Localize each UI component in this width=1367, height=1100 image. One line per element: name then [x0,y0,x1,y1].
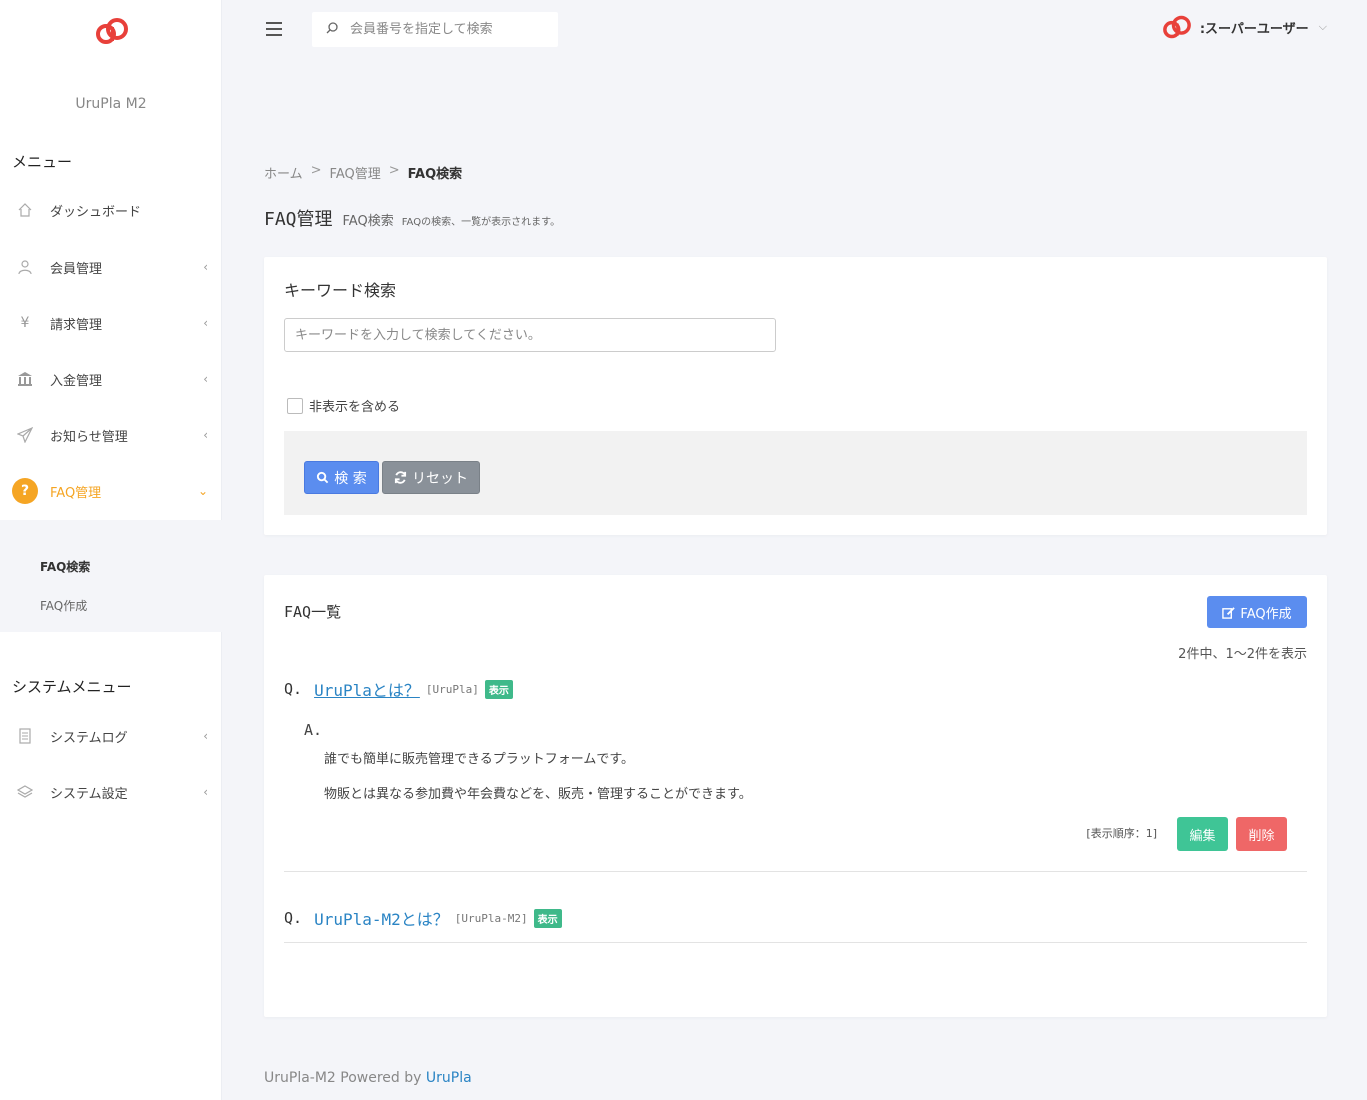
result-count: 2件中、1〜2件を表示 [1178,647,1307,662]
edit-icon [1222,606,1236,619]
sidebar-item-dashboard[interactable]: ダッシュボード [0,190,222,230]
checkbox[interactable] [287,397,303,414]
search-button-area: 検 索 リセット [284,431,1307,515]
sidebar-item-billing[interactable]: ¥ 請求管理 ‹ [0,303,222,343]
status-badge: 表示 [533,908,562,928]
search-button[interactable]: 検 索 [304,461,379,494]
keyword-search-card: キーワード検索 非表示を含める 検 索 リセット [264,257,1327,535]
divider [284,871,1307,872]
sidebar-item-payments[interactable]: 入金管理 ‹ [0,359,222,399]
faq-category: [UruPla] [425,682,479,696]
reset-button-label: リセット [412,470,468,487]
chevron-left-icon: ‹ [203,428,208,442]
faq-question-link[interactable]: UruPlaとは？ [314,677,420,701]
sidebar-item-system-log[interactable]: システムログ ‹ [0,716,222,756]
breadcrumb-home[interactable]: ホーム [264,163,303,182]
sidebar-item-label: 会員管理 [50,261,103,277]
sidebar-item-system-settings[interactable]: システム設定 ‹ [0,772,222,812]
status-badge: 表示 [484,679,513,699]
user-icon [16,258,34,276]
breadcrumb: ホーム > FAQ管理 > FAQ検索 [264,163,462,182]
faq-create-label: FAQ作成 [1240,606,1292,622]
app-name: UruPla M2 [75,96,147,112]
footer: UruPla-M2 Powered by UruPla [264,1070,472,1086]
divider [284,942,1307,943]
answer-prefix: A. [304,721,323,739]
sidebar-item-label: 入金管理 [50,373,103,389]
menu-heading: メニュー [12,153,73,171]
reset-button[interactable]: リセット [382,461,480,494]
chevron-left-icon: ‹ [203,372,208,386]
page-description: FAQの検索、一覧が表示されます。 [401,217,561,228]
user-avatar [1162,15,1191,39]
question-prefix: Q. [284,680,303,698]
page-title: FAQ管理 [264,209,333,230]
faq-category: [UruPla-M2] [454,911,528,925]
faq-create-button[interactable]: FAQ作成 [1207,596,1307,628]
faq-answer-line: 誰でも簡単に販売管理できるプラットフォームです。 [324,752,635,767]
delete-button[interactable]: 削除 [1236,817,1287,851]
faq-question-link[interactable]: UruPla-M2とは？ [314,906,449,930]
edit-button[interactable]: 編集 [1177,817,1228,851]
member-search-input[interactable] [350,12,550,47]
faq-list-title: FAQ一覧 [284,603,342,621]
chevron-left-icon: ‹ [203,729,208,743]
layers-icon [16,783,34,801]
faq-question-row: Q. UruPla-M2とは？ [UruPla-M2] 表示 [284,906,562,930]
include-hidden-checkbox[interactable]: 非表示を含める [287,396,400,415]
submenu-item-faq-create[interactable]: FAQ作成 [40,597,87,614]
page-header: FAQ管理 FAQ検索 FAQの検索、一覧が表示されます。 [264,205,560,231]
member-search [312,12,558,47]
faq-question-row: Q. UruPlaとは？ [UruPla] 表示 [284,677,513,701]
chevron-down-icon: ⌄ [197,484,208,498]
keyword-input[interactable] [284,318,776,352]
sidebar-item-label: システム設定 [50,786,128,802]
breadcrumb-separator: > [310,163,322,178]
urupla-logo[interactable] [95,16,129,46]
include-hidden-label: 非表示を含める [309,400,401,415]
card-title: キーワード検索 [284,281,397,300]
sidebar-item-faq[interactable]: ? FAQ管理 ⌄ [0,471,222,511]
search-icon [317,471,329,484]
system-menu-heading: システムメニュー [12,678,132,696]
sidebar-item-notices[interactable]: お知らせ管理 ‹ [0,415,222,455]
refresh-icon [394,471,407,484]
search-button-label: 検 索 [334,470,367,487]
sidebar-item-members[interactable]: 会員管理 ‹ [0,247,222,287]
question-icon: ? [12,478,38,504]
file-icon [16,727,34,745]
footer-link[interactable]: UruPla [426,1070,472,1086]
yen-icon: ¥ [20,315,30,331]
display-order: [表示順序：1] [1086,827,1157,840]
bank-icon [16,370,34,388]
faq-submenu: FAQ検索 FAQ作成 [0,520,222,632]
breadcrumb-section[interactable]: FAQ管理 [330,163,381,182]
sidebar-item-label: システムログ [50,730,128,746]
chevron-left-icon: ‹ [203,785,208,799]
sidebar-item-label: FAQ管理 [50,485,102,501]
sidebar-item-label: お知らせ管理 [50,429,128,445]
user-menu[interactable]: :スーパーユーザー ⌵ [1162,14,1327,40]
search-icon [326,22,338,34]
chevron-down-icon: ⌵ [1318,20,1327,33]
sidebar-item-label: ダッシュボード [50,204,142,220]
submenu-item-faq-search[interactable]: FAQ検索 [40,558,90,575]
sidebar-item-label: 請求管理 [50,317,103,333]
paper-plane-icon [16,426,34,444]
page-subtitle: FAQ検索 [342,214,394,229]
footer-text: UruPla-M2 Powered by [264,1070,422,1086]
hamburger-menu-icon[interactable] [266,22,282,36]
chevron-left-icon: ‹ [203,316,208,330]
user-name: :スーパーユーザー [1199,21,1309,37]
faq-list-card: FAQ一覧 FAQ作成 2件中、1〜2件を表示 Q. UruPlaとは？ [Ur… [264,575,1327,1017]
faq-answer-line: 物販とは異なる参加費や年会費などを、販売・管理することができます。 [324,787,752,802]
sidebar: UruPla M2 メニュー ダッシュボード 会員管理 ‹ ¥ 請求管理 ‹ 入… [0,0,222,1100]
chevron-left-icon: ‹ [203,260,208,274]
home-icon [16,201,34,219]
breadcrumb-current: FAQ検索 [407,167,463,182]
breadcrumb-separator: > [388,163,400,178]
question-prefix: Q. [284,909,303,927]
